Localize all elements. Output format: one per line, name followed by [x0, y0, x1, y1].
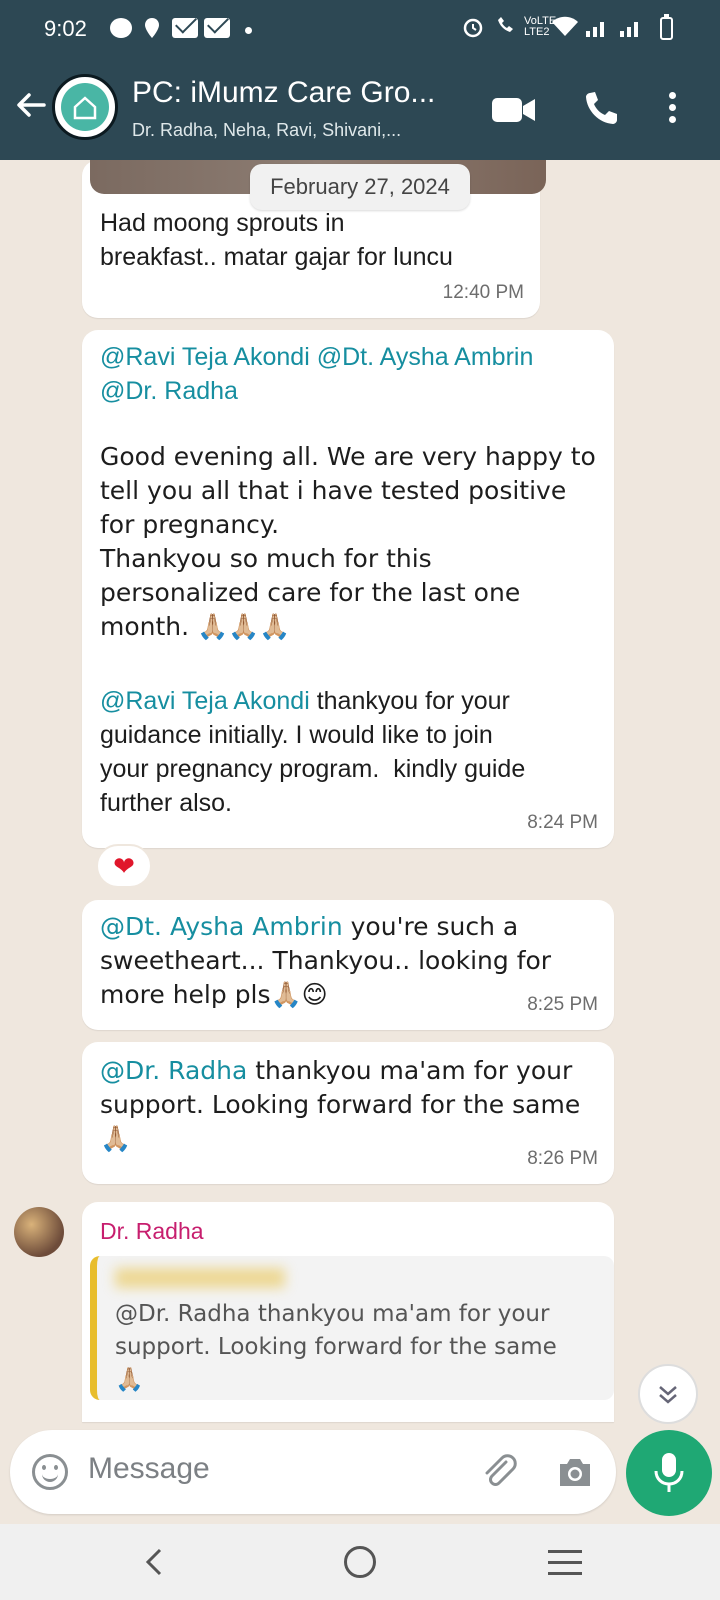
back-arrow-icon[interactable] — [14, 88, 48, 122]
location-icon — [145, 18, 159, 38]
nav-home-icon[interactable] — [344, 1546, 376, 1578]
alarm-icon — [463, 18, 483, 38]
date-chip: February 27, 2024 — [250, 164, 470, 210]
mention-text[interactable]: @Ravi Teja Akondi @Dt. Aysha Ambrin @Dr.… — [100, 340, 533, 408]
wifi-calling-icon — [498, 17, 513, 32]
video-call-icon[interactable] — [492, 96, 536, 124]
message-bubble[interactable]: @Dt. Aysha Ambrin you're such a sweethea… — [82, 900, 614, 1030]
quoted-text: @Dr. Radha thankyou ma'am for your suppo… — [115, 1301, 557, 1393]
mic-icon — [654, 1453, 684, 1492]
sender-avatar[interactable] — [14, 1207, 64, 1257]
message-bubble[interactable]: @Ravi Teja Akondi @Dt. Aysha Ambrin @Dr.… — [82, 330, 614, 848]
message-text: @Dt. Aysha Ambrin you're such a sweethea… — [100, 912, 552, 1009]
message-text: @Ravi Teja Akondi thankyou for your guid… — [100, 687, 526, 817]
signal-icon — [586, 22, 604, 37]
more-notifications-icon — [245, 27, 252, 34]
message-bubble[interactable]: @Dr. Radha thankyou ma'am for your suppo… — [82, 1042, 614, 1184]
message-input[interactable]: Message — [88, 1452, 210, 1486]
group-title[interactable]: PC: iMumz Care Gro... — [132, 76, 435, 110]
wifi-icon — [552, 16, 578, 36]
quoted-sender-redacted — [115, 1268, 285, 1288]
camera-icon[interactable] — [556, 1456, 594, 1488]
message-input-bar[interactable]: Message — [10, 1430, 616, 1514]
phone-icon[interactable] — [584, 90, 620, 126]
emoji-icon[interactable] — [32, 1454, 68, 1490]
attach-icon[interactable] — [476, 1450, 520, 1494]
mention-text[interactable]: @Dt. Aysha Ambrin — [100, 912, 343, 941]
mention-text[interactable]: @Dr. Radha — [100, 1056, 247, 1085]
home-icon — [73, 96, 97, 120]
group-avatar[interactable] — [52, 74, 118, 140]
group-members[interactable]: Dr. Radha, Neha, Ravi, Shivani,... — [132, 120, 401, 141]
chat-header: PC: iMumz Care Gro... Dr. Radha, Neha, R… — [0, 56, 720, 160]
mail-icon — [172, 18, 198, 38]
status-time: 9:02 — [44, 16, 87, 41]
message-text: Had moong sprouts in breakfast.. matar g… — [100, 209, 453, 271]
navigation-bar — [0, 1524, 720, 1600]
more-vertical-icon[interactable] — [668, 90, 678, 126]
mail-icon — [204, 18, 230, 38]
mention-text[interactable]: @Ravi Teja Akondi — [100, 687, 310, 715]
quoted-message[interactable]: @Dr. Radha thankyou ma'am for your suppo… — [90, 1256, 614, 1400]
battery-icon — [660, 14, 673, 40]
sender-name[interactable]: Dr. Radha — [100, 1218, 204, 1245]
nav-recents-icon[interactable] — [548, 1550, 582, 1576]
message-time: 8:26 PM — [527, 1148, 598, 1169]
chat-notification-icon — [110, 18, 132, 38]
message-text: @Dr. Radha thankyou ma'am for your suppo… — [100, 1056, 581, 1153]
message-time: 12:40 PM — [442, 282, 524, 303]
message-text: Good evening all. We are very happy to t… — [100, 442, 596, 641]
chevron-double-down-icon — [659, 1386, 677, 1404]
message-time: 8:24 PM — [527, 812, 598, 833]
message-time: 8:25 PM — [527, 994, 598, 1015]
nav-back-icon[interactable] — [140, 1546, 170, 1578]
heart-reaction-icon[interactable]: ❤ — [96, 844, 152, 888]
signal-icon-2 — [620, 22, 638, 37]
mic-button[interactable] — [626, 1430, 712, 1516]
status-bar: 9:02 VoLTE LTE2 — [0, 0, 720, 56]
scroll-down-button[interactable] — [638, 1364, 698, 1424]
